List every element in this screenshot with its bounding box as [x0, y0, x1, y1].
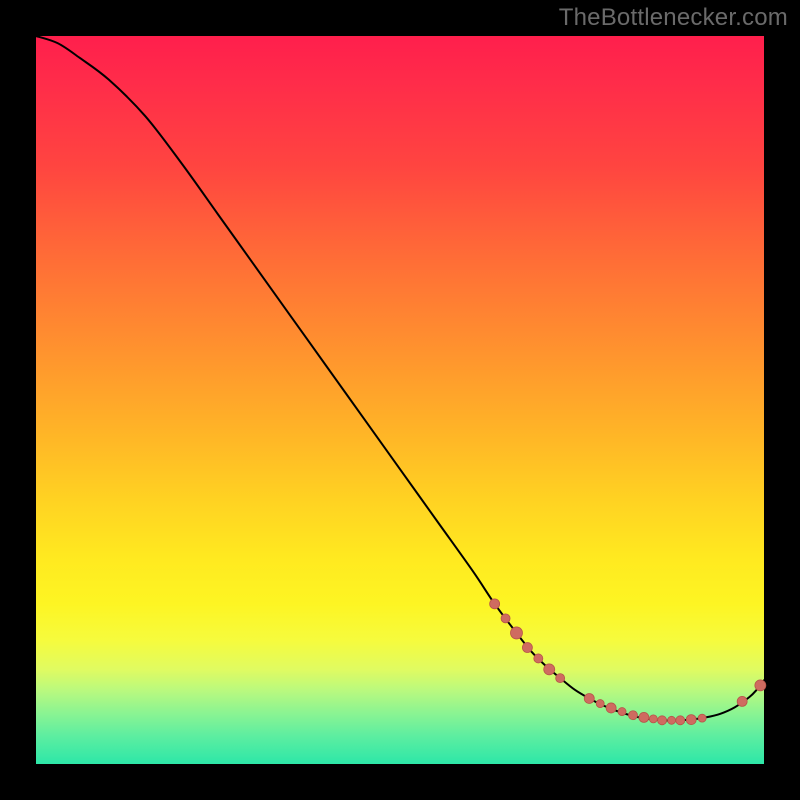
- curve-marker: [698, 714, 706, 722]
- curve-marker: [596, 700, 604, 708]
- curve-markers: [490, 599, 766, 725]
- curve-marker: [686, 715, 696, 725]
- curve-marker: [522, 643, 532, 653]
- curve-marker: [556, 674, 565, 683]
- curve-marker: [649, 715, 657, 723]
- bottleneck-curve: [36, 36, 764, 720]
- curve-marker: [534, 654, 543, 663]
- curve-marker: [490, 599, 500, 609]
- watermark-text: TheBottlenecker.com: [559, 4, 788, 32]
- curve-marker: [544, 664, 555, 675]
- curve-marker: [639, 712, 649, 722]
- curve-marker: [755, 680, 766, 691]
- curve-marker: [606, 703, 616, 713]
- curve-marker: [737, 696, 747, 706]
- curve-marker: [676, 716, 685, 725]
- curve-marker: [668, 716, 676, 724]
- curve-marker: [628, 711, 637, 720]
- chart-frame: TheBottlenecker.com: [0, 0, 800, 800]
- curve-marker: [510, 627, 522, 639]
- curve-marker: [618, 708, 626, 716]
- curve-marker: [658, 716, 667, 725]
- curve-svg: [36, 36, 764, 764]
- plot-area: [36, 36, 764, 764]
- curve-marker: [584, 693, 594, 703]
- curve-marker: [501, 614, 510, 623]
